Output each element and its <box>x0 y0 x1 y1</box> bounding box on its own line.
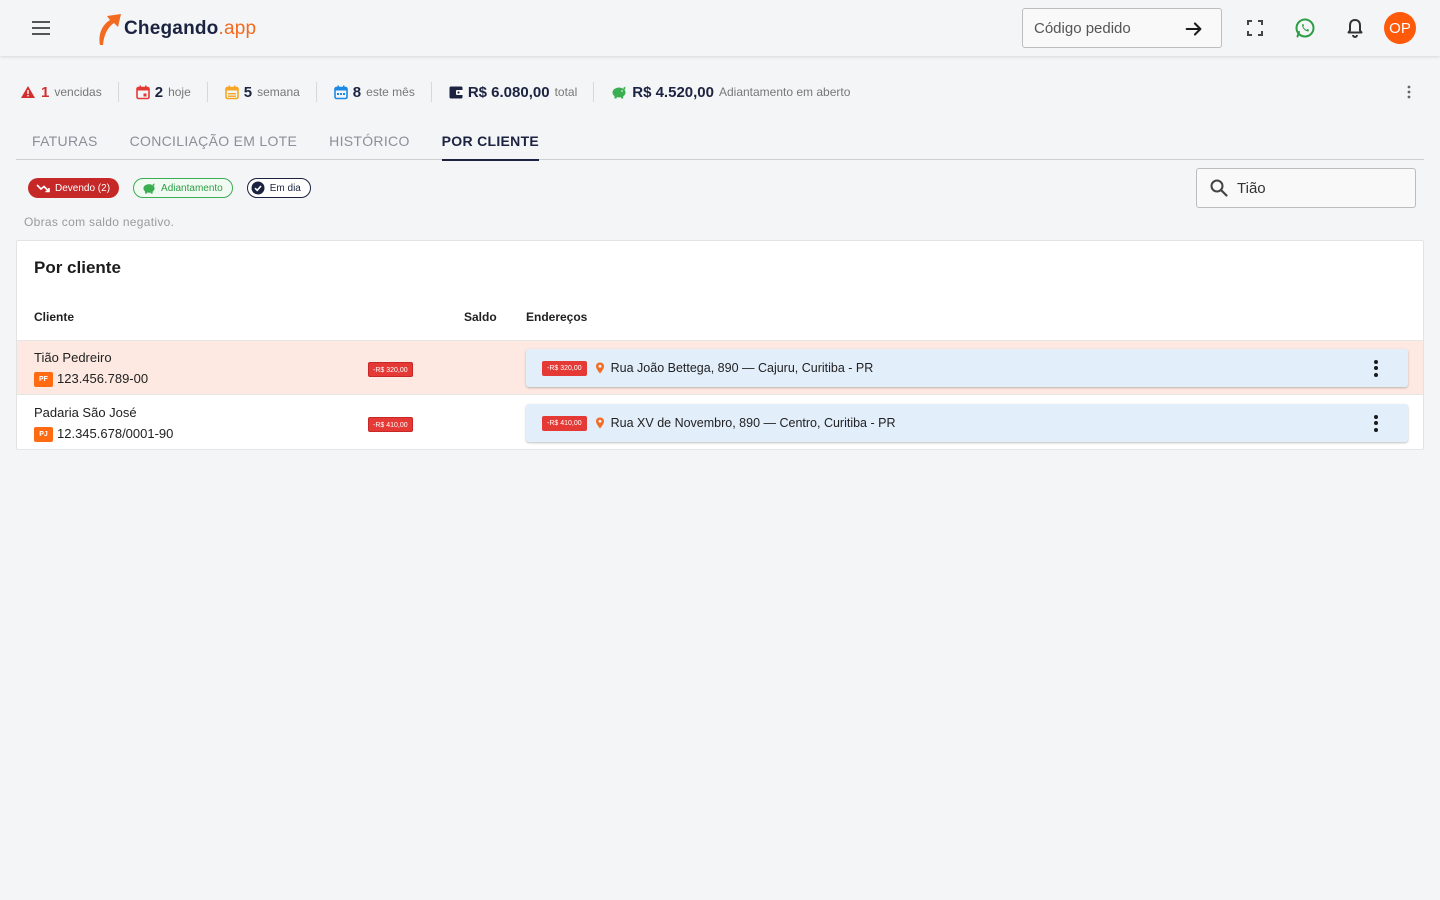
stat-advance[interactable]: R$ 4.520,00 Adiantamento em aberto <box>611 82 866 102</box>
clients-card: Por cliente Cliente Saldo Endereços Tião… <box>16 240 1424 450</box>
check-circle-icon <box>251 181 265 195</box>
filter-helper-text: Obras com saldo negativo. <box>24 215 175 229</box>
stat-today[interactable]: 2 hoje <box>135 82 208 102</box>
trending-down-icon <box>36 184 50 193</box>
table-row[interactable]: Tião Pedreiro PF 123.456.789-00 -R$ 320,… <box>17 341 1423 395</box>
stat-value: 2 <box>154 83 164 101</box>
filter-chip-label: Adiantamento <box>161 182 223 194</box>
address-text: Rua XV de Novembro, 890 — Centro, Curiti… <box>610 416 896 430</box>
stat-week[interactable]: 5 semana <box>224 82 317 102</box>
card-title: Por cliente <box>34 258 121 277</box>
order-code-field <box>1022 8 1222 48</box>
balance-badge: -R$ 410,00 <box>368 417 413 432</box>
doc-type-badge: PJ <box>34 427 53 442</box>
location-pin-icon <box>595 417 604 429</box>
notification-bell-icon[interactable] <box>1343 16 1367 40</box>
doc-number: 123.456.789-00 <box>57 371 149 386</box>
piggy-bank-icon <box>612 86 626 99</box>
warning-icon <box>21 86 35 98</box>
stat-value: 8 <box>352 83 362 101</box>
location-pin-icon <box>595 362 604 374</box>
more-vert-icon[interactable] <box>1368 359 1384 377</box>
filter-chip-advance[interactable]: Adiantamento <box>133 178 233 198</box>
stats-summary: 1 vencidas 2 hoje 5 semana 8 este mês R$… <box>20 80 883 104</box>
client-name: Tião Pedreiro <box>34 350 112 365</box>
user-avatar[interactable]: OP <box>1384 12 1416 44</box>
address-balance-badge: -R$ 320,00 <box>542 360 587 376</box>
filter-chip-label: Em dia <box>269 182 301 194</box>
stat-value: R$ 4.520,00 <box>632 83 714 101</box>
stat-value: 1 <box>41 83 50 101</box>
logo-text: Chegando.app <box>124 18 257 39</box>
stat-label: total <box>554 85 578 99</box>
column-header-addresses[interactable]: Endereços <box>526 310 587 324</box>
stat-label: hoje <box>168 85 191 99</box>
tab-faturas[interactable]: FATURAS <box>16 124 114 160</box>
piggy-bank-icon <box>143 183 155 194</box>
stat-label: este mês <box>366 85 415 99</box>
stat-label: semana <box>257 85 300 99</box>
calendar-today-icon <box>135 85 150 99</box>
stat-total[interactable]: R$ 6.080,00 total <box>449 82 595 102</box>
whatsapp-icon[interactable] <box>1293 16 1317 40</box>
more-vert-icon[interactable] <box>1400 83 1418 101</box>
column-header-client[interactable]: Cliente <box>34 310 74 324</box>
stat-overdue[interactable]: 1 vencidas <box>20 82 119 102</box>
hamburger-menu-icon[interactable] <box>26 14 56 42</box>
tab-por-cliente[interactable]: POR CLIENTE <box>426 124 555 161</box>
address-balance-badge: -R$ 410,00 <box>542 415 587 431</box>
client-search-input[interactable] <box>1237 179 1397 197</box>
doc-number: 12.345.678/0001-90 <box>57 426 174 441</box>
wallet-icon <box>449 86 463 98</box>
stat-label: vencidas <box>54 85 102 99</box>
order-code-input[interactable] <box>1034 19 1174 37</box>
filter-chips: Devendo (2) Adiantamento Em dia <box>28 178 311 198</box>
stat-value: 5 <box>243 83 253 101</box>
address-text: Rua João Bettega, 890 — Cajuru, Curitiba… <box>610 361 874 375</box>
client-document: PF 123.456.789-00 <box>34 370 148 387</box>
tab-conciliacao-em-lote[interactable]: CONCILIAÇÃO EM LOTE <box>114 124 314 160</box>
address-card[interactable]: -R$ 410,00 Rua XV de Novembro, 890 — Cen… <box>526 404 1408 442</box>
top-app-bar: Chegando.app OP <box>0 0 1440 56</box>
client-search-field <box>1196 168 1416 208</box>
filter-chip-label: Devendo (2) <box>55 182 111 194</box>
app-logo[interactable]: Chegando.app <box>94 12 256 46</box>
more-vert-icon[interactable] <box>1368 414 1384 432</box>
client-name: Padaria São José <box>34 405 137 420</box>
client-document: PJ 12.345.678/0001-90 <box>34 425 173 442</box>
arrow-right-icon[interactable] <box>1183 18 1205 40</box>
calendar-month-icon <box>333 85 348 99</box>
logo-arrow-icon <box>99 14 121 45</box>
calendar-week-icon <box>224 85 239 99</box>
stat-value: R$ 6.080,00 <box>467 83 550 101</box>
filter-chip-ok[interactable]: Em dia <box>246 178 311 198</box>
balance-badge: -R$ 320,00 <box>368 362 413 377</box>
fullscreen-icon[interactable] <box>1243 16 1267 40</box>
address-card[interactable]: -R$ 320,00 Rua João Bettega, 890 — Cajur… <box>526 349 1408 387</box>
doc-type-badge: PF <box>34 372 53 387</box>
tab-historico[interactable]: HISTÓRICO <box>313 124 425 160</box>
column-header-balance[interactable]: Saldo <box>464 310 497 324</box>
table-row[interactable]: Padaria São José PJ 12.345.678/0001-90 -… <box>17 396 1423 450</box>
search-icon <box>1210 179 1228 197</box>
stat-month[interactable]: 8 este mês <box>333 82 432 102</box>
filter-chip-owing[interactable]: Devendo (2) <box>28 178 120 198</box>
tab-bar: FATURAS CONCILIAÇÃO EM LOTE HISTÓRICO PO… <box>16 124 1424 161</box>
stat-label: Adiantamento em aberto <box>718 85 851 99</box>
